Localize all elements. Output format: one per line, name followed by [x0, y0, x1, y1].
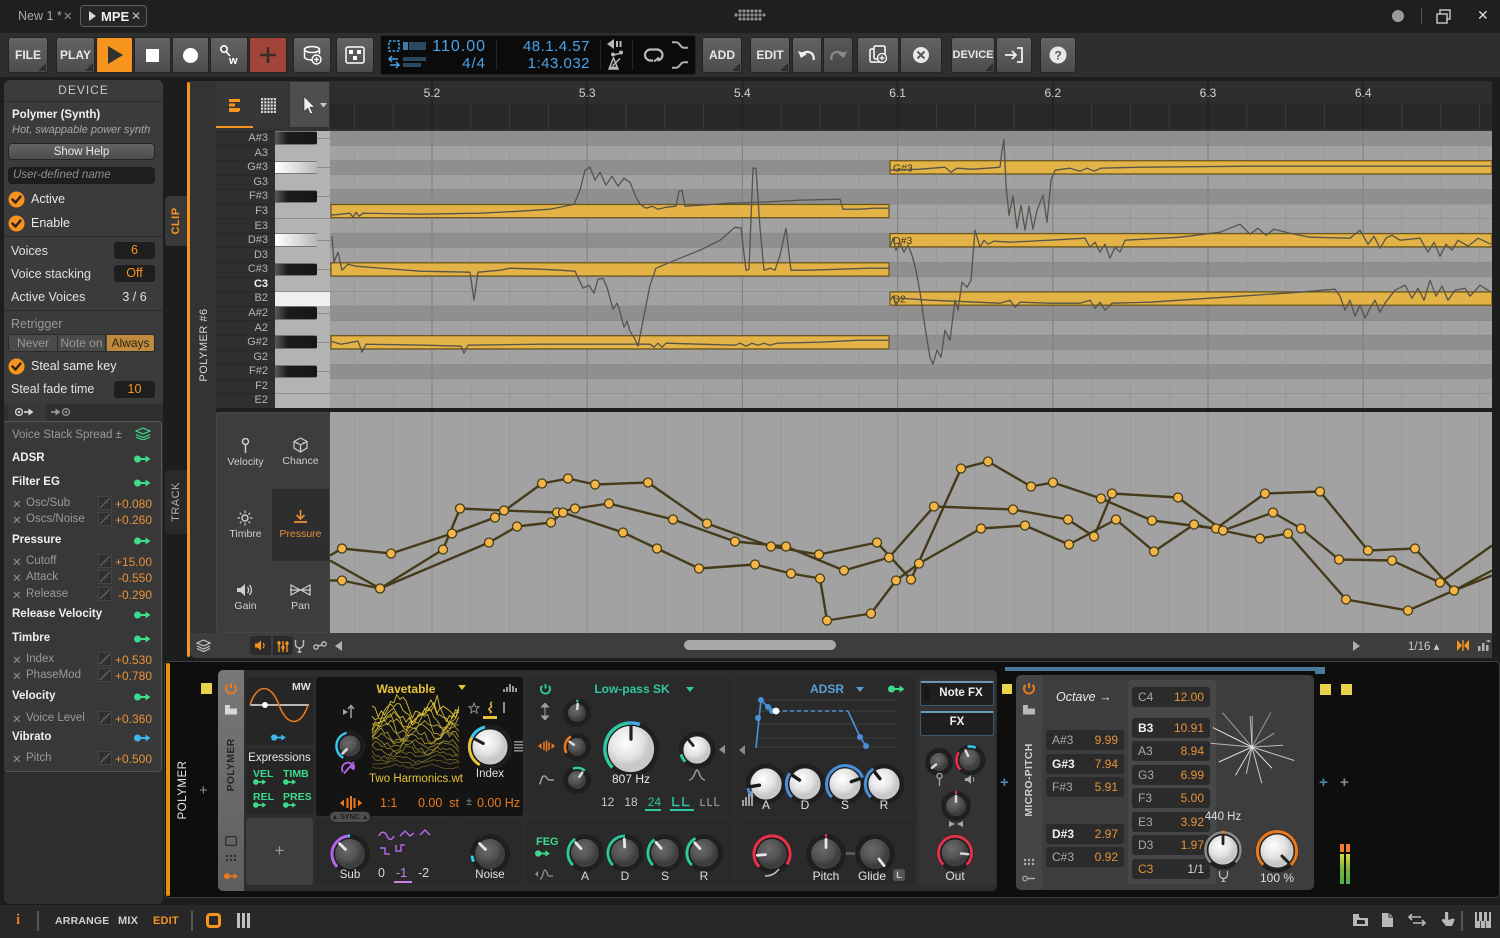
- svg-text:w: w: [228, 55, 238, 66]
- svg-text:G#3: G#3: [893, 162, 913, 174]
- svg-text:?: ?: [1055, 49, 1062, 63]
- svg-text:D#3: D#3: [893, 235, 912, 247]
